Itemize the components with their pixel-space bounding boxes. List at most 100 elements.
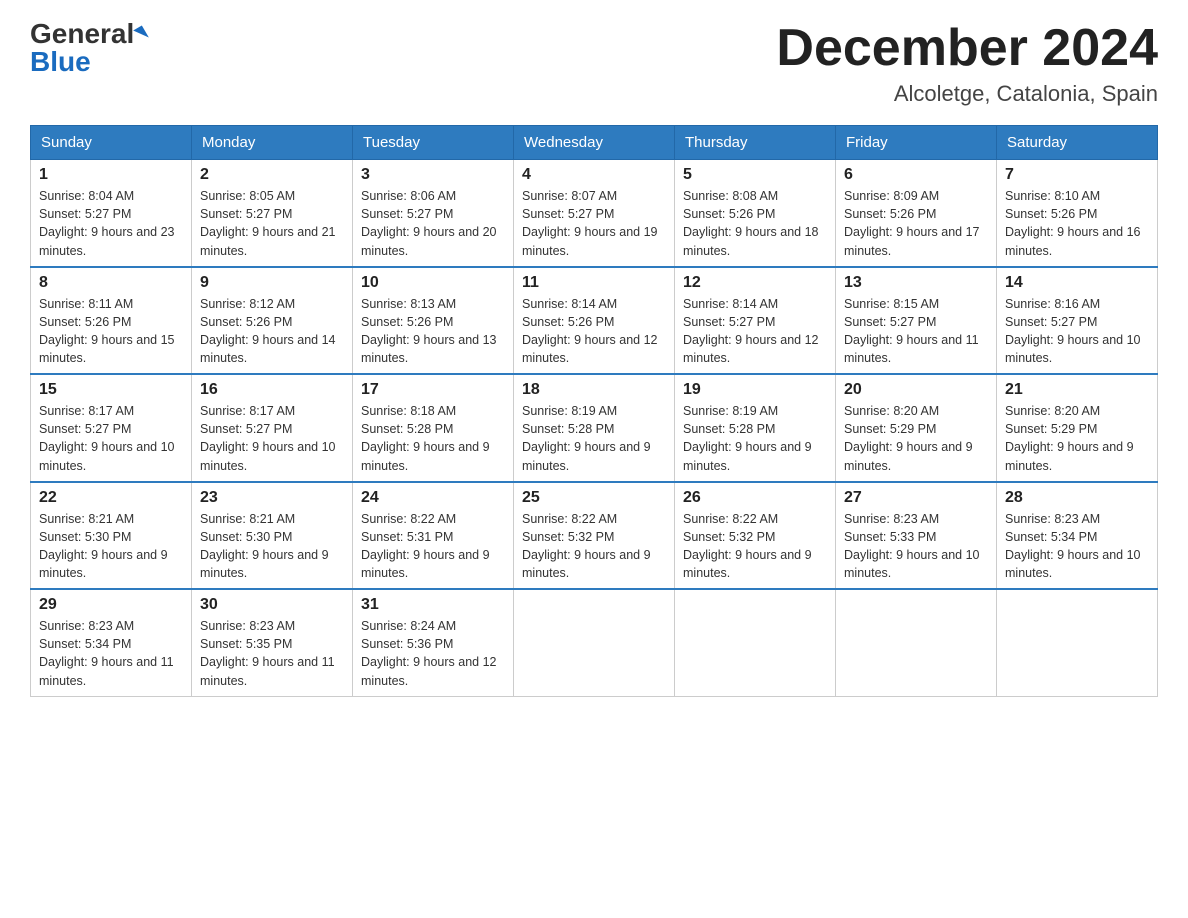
logo-general-text: General	[30, 20, 134, 48]
day-number: 23	[200, 489, 344, 507]
day-number: 4	[522, 166, 666, 184]
day-info: Sunrise: 8:18 AM Sunset: 5:28 PM Dayligh…	[361, 402, 505, 475]
day-number: 6	[844, 166, 988, 184]
calendar-week-row: 22 Sunrise: 8:21 AM Sunset: 5:30 PM Dayl…	[31, 482, 1158, 590]
table-row	[997, 589, 1158, 696]
table-row	[675, 589, 836, 696]
table-row: 9 Sunrise: 8:12 AM Sunset: 5:26 PM Dayli…	[192, 267, 353, 375]
table-row: 1 Sunrise: 8:04 AM Sunset: 5:27 PM Dayli…	[31, 160, 192, 267]
table-row: 31 Sunrise: 8:24 AM Sunset: 5:36 PM Dayl…	[353, 589, 514, 696]
title-block: December 2024 Alcoletge, Catalonia, Spai…	[776, 20, 1158, 107]
day-info: Sunrise: 8:22 AM Sunset: 5:31 PM Dayligh…	[361, 510, 505, 583]
col-friday: Friday	[836, 126, 997, 160]
table-row: 11 Sunrise: 8:14 AM Sunset: 5:26 PM Dayl…	[514, 267, 675, 375]
day-info: Sunrise: 8:08 AM Sunset: 5:26 PM Dayligh…	[683, 187, 827, 260]
table-row: 14 Sunrise: 8:16 AM Sunset: 5:27 PM Dayl…	[997, 267, 1158, 375]
table-row: 18 Sunrise: 8:19 AM Sunset: 5:28 PM Dayl…	[514, 374, 675, 482]
table-row: 16 Sunrise: 8:17 AM Sunset: 5:27 PM Dayl…	[192, 374, 353, 482]
day-info: Sunrise: 8:21 AM Sunset: 5:30 PM Dayligh…	[39, 510, 183, 583]
day-number: 30	[200, 596, 344, 614]
day-number: 17	[361, 381, 505, 399]
calendar-header-row: Sunday Monday Tuesday Wednesday Thursday…	[31, 126, 1158, 160]
day-number: 19	[683, 381, 827, 399]
day-info: Sunrise: 8:07 AM Sunset: 5:27 PM Dayligh…	[522, 187, 666, 260]
day-info: Sunrise: 8:06 AM Sunset: 5:27 PM Dayligh…	[361, 187, 505, 260]
table-row: 2 Sunrise: 8:05 AM Sunset: 5:27 PM Dayli…	[192, 160, 353, 267]
day-info: Sunrise: 8:10 AM Sunset: 5:26 PM Dayligh…	[1005, 187, 1149, 260]
day-number: 22	[39, 489, 183, 507]
day-number: 18	[522, 381, 666, 399]
day-number: 26	[683, 489, 827, 507]
logo: General Blue	[30, 20, 146, 76]
logo-triangle-icon	[133, 25, 149, 42]
day-number: 28	[1005, 489, 1149, 507]
month-title: December 2024	[776, 20, 1158, 77]
day-info: Sunrise: 8:04 AM Sunset: 5:27 PM Dayligh…	[39, 187, 183, 260]
table-row: 27 Sunrise: 8:23 AM Sunset: 5:33 PM Dayl…	[836, 482, 997, 590]
day-info: Sunrise: 8:14 AM Sunset: 5:26 PM Dayligh…	[522, 295, 666, 368]
day-info: Sunrise: 8:21 AM Sunset: 5:30 PM Dayligh…	[200, 510, 344, 583]
day-info: Sunrise: 8:12 AM Sunset: 5:26 PM Dayligh…	[200, 295, 344, 368]
day-info: Sunrise: 8:11 AM Sunset: 5:26 PM Dayligh…	[39, 295, 183, 368]
table-row: 3 Sunrise: 8:06 AM Sunset: 5:27 PM Dayli…	[353, 160, 514, 267]
table-row: 21 Sunrise: 8:20 AM Sunset: 5:29 PM Dayl…	[997, 374, 1158, 482]
table-row: 23 Sunrise: 8:21 AM Sunset: 5:30 PM Dayl…	[192, 482, 353, 590]
day-info: Sunrise: 8:22 AM Sunset: 5:32 PM Dayligh…	[683, 510, 827, 583]
day-number: 13	[844, 274, 988, 292]
day-info: Sunrise: 8:24 AM Sunset: 5:36 PM Dayligh…	[361, 617, 505, 690]
day-number: 20	[844, 381, 988, 399]
day-info: Sunrise: 8:16 AM Sunset: 5:27 PM Dayligh…	[1005, 295, 1149, 368]
day-info: Sunrise: 8:23 AM Sunset: 5:34 PM Dayligh…	[1005, 510, 1149, 583]
table-row: 5 Sunrise: 8:08 AM Sunset: 5:26 PM Dayli…	[675, 160, 836, 267]
day-info: Sunrise: 8:19 AM Sunset: 5:28 PM Dayligh…	[683, 402, 827, 475]
day-number: 8	[39, 274, 183, 292]
table-row: 30 Sunrise: 8:23 AM Sunset: 5:35 PM Dayl…	[192, 589, 353, 696]
day-info: Sunrise: 8:19 AM Sunset: 5:28 PM Dayligh…	[522, 402, 666, 475]
day-number: 29	[39, 596, 183, 614]
table-row: 17 Sunrise: 8:18 AM Sunset: 5:28 PM Dayl…	[353, 374, 514, 482]
day-info: Sunrise: 8:17 AM Sunset: 5:27 PM Dayligh…	[39, 402, 183, 475]
table-row: 26 Sunrise: 8:22 AM Sunset: 5:32 PM Dayl…	[675, 482, 836, 590]
table-row: 15 Sunrise: 8:17 AM Sunset: 5:27 PM Dayl…	[31, 374, 192, 482]
calendar-week-row: 29 Sunrise: 8:23 AM Sunset: 5:34 PM Dayl…	[31, 589, 1158, 696]
day-info: Sunrise: 8:20 AM Sunset: 5:29 PM Dayligh…	[844, 402, 988, 475]
calendar-week-row: 15 Sunrise: 8:17 AM Sunset: 5:27 PM Dayl…	[31, 374, 1158, 482]
day-number: 24	[361, 489, 505, 507]
col-tuesday: Tuesday	[353, 126, 514, 160]
table-row: 28 Sunrise: 8:23 AM Sunset: 5:34 PM Dayl…	[997, 482, 1158, 590]
table-row: 24 Sunrise: 8:22 AM Sunset: 5:31 PM Dayl…	[353, 482, 514, 590]
logo-blue-text: Blue	[30, 48, 91, 76]
day-info: Sunrise: 8:05 AM Sunset: 5:27 PM Dayligh…	[200, 187, 344, 260]
day-number: 9	[200, 274, 344, 292]
page-header: General Blue December 2024 Alcoletge, Ca…	[30, 20, 1158, 107]
col-thursday: Thursday	[675, 126, 836, 160]
table-row: 19 Sunrise: 8:19 AM Sunset: 5:28 PM Dayl…	[675, 374, 836, 482]
calendar-week-row: 8 Sunrise: 8:11 AM Sunset: 5:26 PM Dayli…	[31, 267, 1158, 375]
calendar-body: 1 Sunrise: 8:04 AM Sunset: 5:27 PM Dayli…	[31, 160, 1158, 697]
day-info: Sunrise: 8:22 AM Sunset: 5:32 PM Dayligh…	[522, 510, 666, 583]
day-info: Sunrise: 8:23 AM Sunset: 5:35 PM Dayligh…	[200, 617, 344, 690]
day-number: 1	[39, 166, 183, 184]
day-number: 27	[844, 489, 988, 507]
table-row: 6 Sunrise: 8:09 AM Sunset: 5:26 PM Dayli…	[836, 160, 997, 267]
day-info: Sunrise: 8:20 AM Sunset: 5:29 PM Dayligh…	[1005, 402, 1149, 475]
day-number: 2	[200, 166, 344, 184]
day-info: Sunrise: 8:23 AM Sunset: 5:33 PM Dayligh…	[844, 510, 988, 583]
day-info: Sunrise: 8:23 AM Sunset: 5:34 PM Dayligh…	[39, 617, 183, 690]
table-row: 22 Sunrise: 8:21 AM Sunset: 5:30 PM Dayl…	[31, 482, 192, 590]
day-info: Sunrise: 8:17 AM Sunset: 5:27 PM Dayligh…	[200, 402, 344, 475]
day-number: 31	[361, 596, 505, 614]
col-monday: Monday	[192, 126, 353, 160]
day-number: 5	[683, 166, 827, 184]
table-row: 12 Sunrise: 8:14 AM Sunset: 5:27 PM Dayl…	[675, 267, 836, 375]
day-number: 21	[1005, 381, 1149, 399]
table-row: 7 Sunrise: 8:10 AM Sunset: 5:26 PM Dayli…	[997, 160, 1158, 267]
day-number: 11	[522, 274, 666, 292]
table-row: 4 Sunrise: 8:07 AM Sunset: 5:27 PM Dayli…	[514, 160, 675, 267]
table-row	[836, 589, 997, 696]
day-number: 25	[522, 489, 666, 507]
location-title: Alcoletge, Catalonia, Spain	[776, 81, 1158, 107]
col-saturday: Saturday	[997, 126, 1158, 160]
day-info: Sunrise: 8:13 AM Sunset: 5:26 PM Dayligh…	[361, 295, 505, 368]
day-number: 14	[1005, 274, 1149, 292]
